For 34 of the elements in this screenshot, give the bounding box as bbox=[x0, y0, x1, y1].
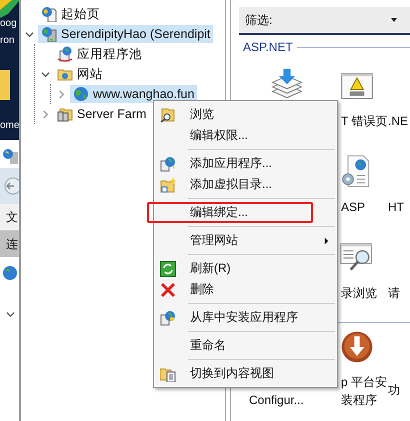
menu-item[interactable]: 从库中安装应用程序 bbox=[154, 307, 337, 328]
tree-item[interactable]: 网站 bbox=[54, 65, 106, 83]
feature-label[interactable]: 功 bbox=[388, 381, 400, 399]
tree-item[interactable]: SerendipityHao (Serendipit bbox=[38, 25, 214, 43]
menu-item[interactable]: 刷新(R) bbox=[154, 258, 337, 279]
menu-item[interactable]: 添加应用程序... bbox=[154, 153, 337, 174]
menu-item[interactable]: 切换到内容视图 bbox=[154, 363, 337, 384]
tree-item[interactable]: Server Farm bbox=[54, 105, 150, 123]
tree-item[interactable]: 起始页 bbox=[38, 5, 103, 23]
menu-item[interactable]: 文 bbox=[0, 204, 19, 231]
menu-item[interactable]: 编辑绑定... bbox=[147, 202, 313, 223]
panel-header: 连 bbox=[0, 231, 19, 257]
feature-label[interactable]: 装程序 bbox=[341, 391, 388, 409]
feature-label[interactable]: p 平台安 bbox=[341, 373, 388, 391]
feature-label[interactable]: ASP bbox=[341, 198, 366, 216]
feature-label[interactable]: HT bbox=[388, 198, 404, 216]
menu-item[interactable]: 添加虚拟目录... bbox=[154, 174, 337, 195]
menu-item[interactable]: 重命名 bbox=[154, 335, 337, 356]
background-text: ron bbox=[0, 35, 14, 46]
feature-label[interactable]: 录浏览 bbox=[341, 284, 377, 302]
feature-label[interactable]: Configur... bbox=[249, 391, 304, 409]
menu-item[interactable]: 管理网站 bbox=[154, 230, 337, 251]
feature-label[interactable]: 请 bbox=[388, 284, 400, 302]
background-text: oog bbox=[0, 18, 17, 29]
tree-item[interactable]: 应用程序池 bbox=[54, 45, 145, 63]
menu-item[interactable]: 删除 bbox=[154, 279, 337, 300]
group-heading: ASP.NET bbox=[243, 40, 293, 54]
filter-label: 筛选: bbox=[245, 12, 272, 28]
menu-item[interactable]: 浏览 bbox=[154, 104, 337, 125]
feature-label[interactable]: T 错误页 bbox=[341, 112, 388, 130]
menu-item[interactable]: 编辑权限... bbox=[154, 125, 337, 146]
feature-label[interactable]: .NE bbox=[388, 112, 408, 130]
background-text: ome bbox=[0, 120, 19, 131]
tree-item[interactable]: www.wanghao.fun bbox=[70, 85, 198, 103]
